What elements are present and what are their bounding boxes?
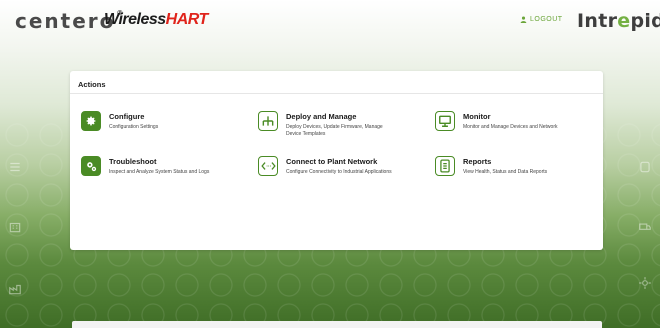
actions-panel-title: Actions (78, 80, 106, 89)
action-description: Configure Connectivity to Industrial App… (286, 169, 392, 175)
wirelesshart-logo: WirelessHART (104, 11, 208, 28)
intrepid-logo: Intrepid (577, 10, 660, 32)
action-deploy-and-manage[interactable]: Deploy and Manage Deploy Devices, Update… (258, 111, 423, 138)
gear-icon (81, 111, 101, 131)
truck-icon (639, 223, 651, 230)
code-arrows-icon (258, 156, 278, 176)
building-icon (9, 222, 21, 233)
action-reports[interactable]: Reports View Health, Status and Data Rep… (435, 156, 600, 176)
top-bar: centero® WirelessHART LOGOUT Intrepid (0, 0, 660, 44)
action-title: Configure (109, 112, 145, 121)
tank-icon (640, 161, 650, 173)
action-title: Deploy and Manage (286, 112, 357, 121)
action-description: View Health, Status and Data Reports (463, 169, 548, 175)
action-description: Deploy Devices, Update Firmware, Manage … (286, 124, 383, 137)
action-description: Inspect and Analyze System Status and Lo… (109, 169, 210, 175)
action-description: Configuration Settings (109, 124, 159, 130)
settings-icon (639, 277, 651, 289)
logout-label: LOGOUT (530, 16, 563, 23)
action-title: Reports (463, 157, 492, 166)
bottom-status-bar (72, 321, 602, 328)
user-icon (520, 16, 527, 23)
gears-wrench-icon (81, 156, 101, 176)
actions-panel: Actions Configure Configuration Settings… (70, 71, 603, 250)
action-connect-plant-network[interactable]: Connect to Plant Network Configure Conne… (258, 156, 428, 176)
report-icon (435, 156, 455, 176)
logout-button[interactable]: LOGOUT (520, 16, 563, 23)
monitor-icon (435, 111, 455, 131)
action-monitor[interactable]: Monitor Monitor and Manage Devices and N… (435, 111, 600, 131)
panel-divider (70, 93, 603, 94)
network-tree-icon (258, 111, 278, 131)
action-title: Monitor (463, 112, 491, 121)
factory-icon (9, 284, 21, 295)
action-description: Monitor and Manage Devices and Network (463, 124, 558, 130)
action-title: Connect to Plant Network (286, 157, 378, 166)
action-configure[interactable]: Configure Configuration Settings (81, 111, 241, 131)
action-title: Troubleshoot (109, 157, 157, 166)
action-troubleshoot[interactable]: Troubleshoot Inspect and Analyze System … (81, 156, 251, 176)
sensor-icon (10, 162, 20, 172)
